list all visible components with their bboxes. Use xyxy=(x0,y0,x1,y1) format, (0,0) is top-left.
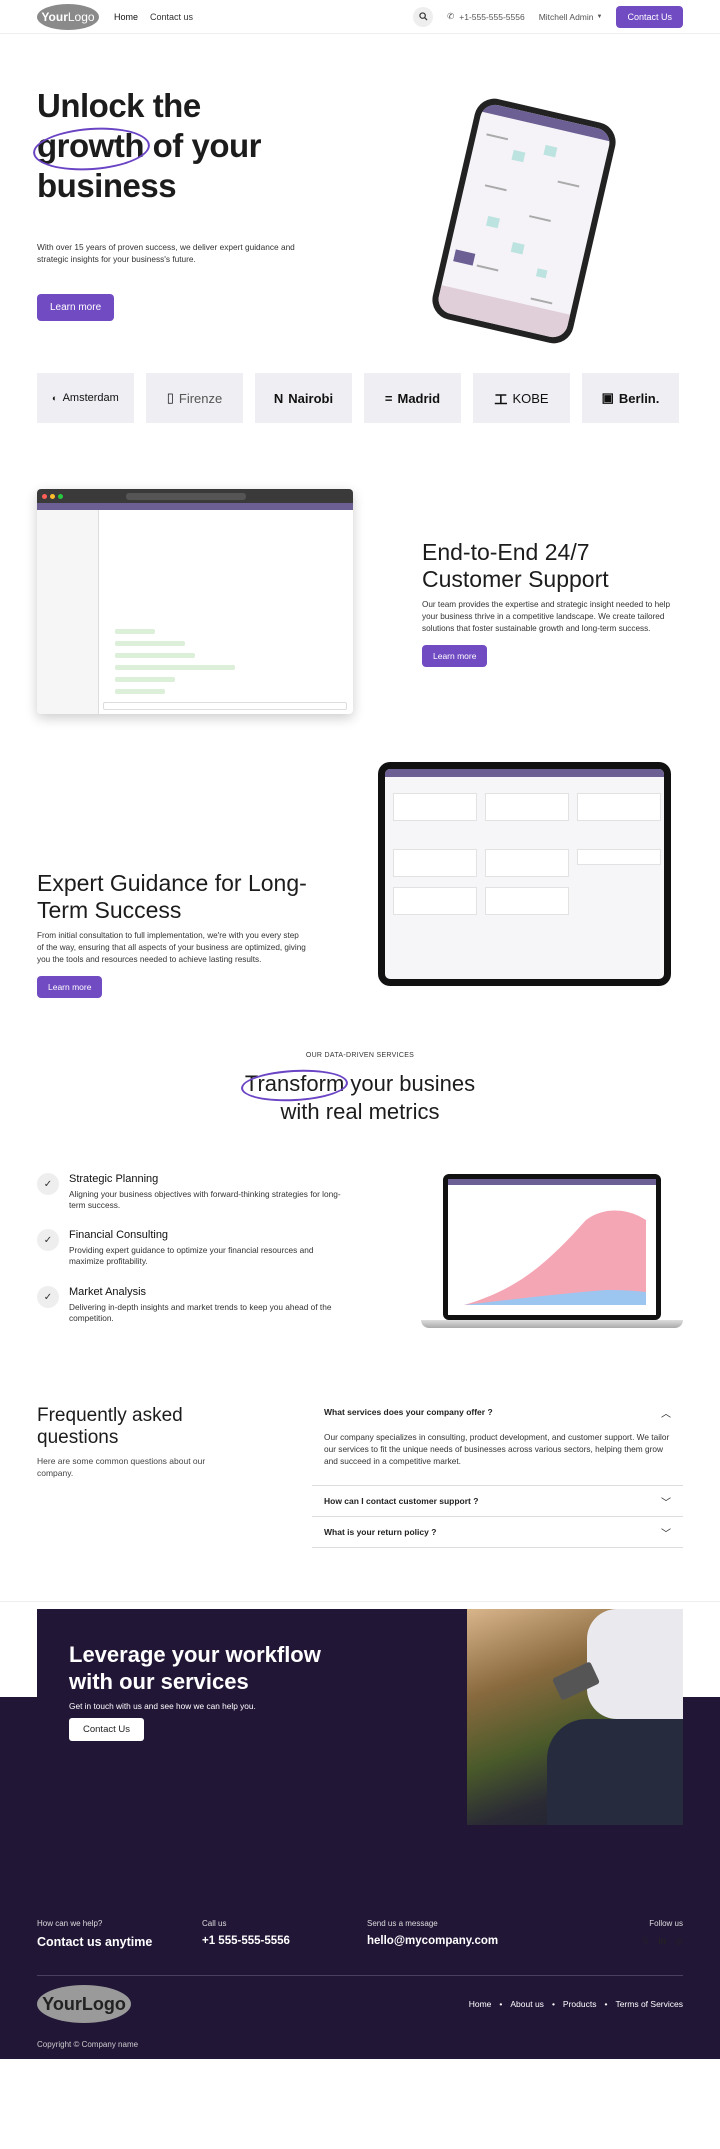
check-icon: ✓ xyxy=(37,1229,59,1251)
guidance-learn-more-button[interactable]: Learn more xyxy=(37,976,103,998)
footer-help: How can we help? Contact us anytime xyxy=(37,1919,153,1949)
nav-home[interactable]: Home xyxy=(114,12,138,22)
chevron-down-icon: ▼ xyxy=(596,13,603,20)
partner-logos: ◐ Amsterdam ▯ Firenze N Nairobi = Madrid ⼯ KO… xyxy=(0,373,720,423)
metric-item: ✓ Financial Consulting Providing expert g… xyxy=(37,1229,347,1267)
linkedin-icon[interactable]: in xyxy=(658,1936,666,1947)
site-header: Your Logo Home Contact us ✆ +1-555-555-55… xyxy=(0,0,720,34)
cta-banner: Leverage your workflow with our services… xyxy=(37,1609,683,1825)
metrics-title: Transform your busines with real metrics xyxy=(244,1071,476,1124)
metric-item: ✓ Market Analysis Delivering in-depth ins… xyxy=(37,1286,347,1324)
logo-madrid: = Madrid xyxy=(364,373,461,423)
faq-item[interactable]: What is your return policy ? ﹀ xyxy=(312,1517,683,1548)
hero-text: With over 15 years of proven success, we… xyxy=(37,242,295,264)
support-section: End-to-End 24/7 Customer Support Our tea… xyxy=(0,489,720,809)
main-nav: Home Contact us xyxy=(114,12,193,22)
header-actions: ✆ +1-555-555-5556 Mitchell Admin ▼ Conta… xyxy=(413,5,683,28)
check-icon: ✓ xyxy=(37,1173,59,1195)
footer-link-about[interactable]: About us xyxy=(510,1999,544,2009)
chat-app-screenshot xyxy=(37,489,353,714)
phone-mockup-image xyxy=(428,94,620,348)
footer-link-products[interactable]: Products xyxy=(563,1999,597,2009)
faq-accordion: What services does your company offer ? … xyxy=(312,1397,683,1548)
footer-divider xyxy=(37,1975,683,1976)
x-twitter-icon[interactable]: 𝕏 xyxy=(642,1936,649,1947)
cta-text: Get in touch with us and see how we can … xyxy=(69,1701,256,1711)
footer-nav: Home • About us • Products • Terms of Servi… xyxy=(468,1999,683,2009)
faq-intro: Frequently asked questions Here are some… xyxy=(37,1405,237,1479)
logo-berlin: ▣ Berlin. xyxy=(582,373,679,423)
chevron-down-icon: ﹀ xyxy=(661,1498,671,1509)
tablet-kanban-image xyxy=(378,762,671,986)
footer-link-home[interactable]: Home xyxy=(469,1999,492,2009)
faq-item[interactable]: What services does your company offer ? … xyxy=(312,1397,683,1486)
user-menu[interactable]: Mitchell Admin ▼ xyxy=(539,12,603,22)
search-icon[interactable] xyxy=(413,6,434,27)
faq-subtitle: Here are some common questions about our… xyxy=(37,1456,206,1478)
header-contact-button[interactable]: Contact Us xyxy=(616,5,683,28)
cta-contact-button[interactable]: Contact Us xyxy=(69,1718,144,1741)
guidance-title: Expert Guidance for Long-Term Success xyxy=(37,870,307,923)
header-logo[interactable]: Your Logo xyxy=(37,3,99,30)
support-title: End-to-End 24/7 Customer Support xyxy=(422,539,609,592)
logo-kobe: ⼯ KOBE xyxy=(473,373,570,423)
support-learn-more-button[interactable]: Learn more xyxy=(422,645,488,667)
hero-title: Unlock the growth of your business xyxy=(37,87,261,204)
metric-item: ✓ Strategic Planning Aligning your busine… xyxy=(37,1173,347,1211)
header-phone[interactable]: ✆ +1-555-555-5556 xyxy=(447,11,525,22)
footer-phone-link[interactable]: +1 555-555-5556 xyxy=(202,1935,290,1947)
footer-logo[interactable]: YourLogo xyxy=(37,1985,131,2023)
support-text: Our team provides the expertise and stra… xyxy=(422,600,671,633)
chevron-down-icon: ﹀ xyxy=(661,1529,671,1540)
laptop-chart-image xyxy=(421,1174,683,1334)
phone-icon: ✆ xyxy=(447,11,455,21)
hero-learn-more-button[interactable]: Learn more xyxy=(37,294,115,321)
footer-call: Call us +1 555-555-5556 xyxy=(202,1919,290,1947)
footer-message: Send us a message hello@mycompany.com xyxy=(367,1919,499,1947)
footer-social: Follow us 𝕏 in ◎ xyxy=(641,1919,683,1947)
guidance-text: From initial consultation to full implem… xyxy=(37,931,306,964)
faq-item[interactable]: How can I contact customer support ? ﹀ xyxy=(312,1486,683,1517)
business-man-photo xyxy=(467,1609,683,1825)
nav-contact[interactable]: Contact us xyxy=(150,12,193,22)
footer-email-link[interactable]: hello@mycompany.com xyxy=(367,1935,498,1947)
faq-title: Frequently asked questions xyxy=(37,1405,183,1448)
footer-link-terms[interactable]: Terms of Services xyxy=(615,1999,683,2009)
logo-nairobi: N Nairobi xyxy=(255,373,352,423)
logo-firenze: ▯ Firenze xyxy=(146,373,243,423)
copyright: Copyright © Company name xyxy=(37,2040,139,2049)
instagram-icon[interactable]: ◎ xyxy=(675,1936,683,1947)
hero-section: Unlock the growth of your business With … xyxy=(0,34,720,348)
check-icon: ✓ xyxy=(37,1286,59,1308)
metrics-eyebrow: OUR DATA-DRIVEN SERVICES xyxy=(305,1052,415,1059)
logo-amsterdam: ◐ Amsterdam xyxy=(37,373,134,423)
chevron-up-icon: ︿ xyxy=(661,1409,671,1420)
cta-title: Leverage your workflow with our services xyxy=(69,1642,321,1694)
